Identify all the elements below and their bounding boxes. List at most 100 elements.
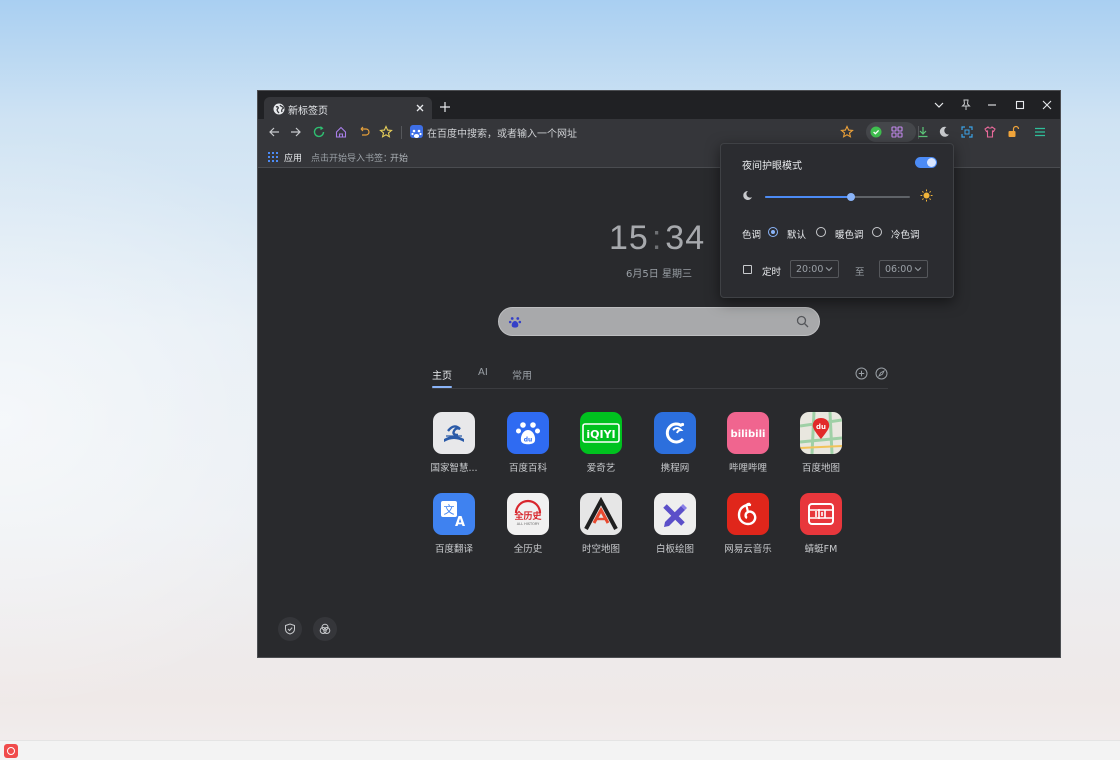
schedule-from-select[interactable]: 20:00	[790, 260, 839, 278]
tone-cool-label[interactable]: 冷色调	[891, 227, 920, 241]
netease-music-icon	[727, 493, 769, 535]
schedule-checkbox[interactable]	[743, 265, 752, 274]
tone-default-label[interactable]: 默认	[787, 227, 806, 241]
tab-new-tab[interactable]: 新标签页	[264, 97, 432, 121]
toolbar: 在百度中搜索，或者输入一个网址	[258, 119, 1060, 146]
tone-warm-label[interactable]: 暖色调	[835, 227, 864, 241]
active-tab-underline	[432, 386, 452, 388]
skin-shirt-icon[interactable]	[983, 125, 997, 139]
schedule-from-value: 20:00	[796, 264, 824, 275]
tile-qingting-fm[interactable]: 蜻蜓FM	[784, 493, 858, 559]
brightness-slider-handle[interactable]	[846, 193, 855, 201]
tile-label: 百度翻译	[434, 544, 473, 555]
schedule-to-select[interactable]: 06:00	[879, 260, 928, 278]
night-mode-popup: 夜间护眼模式 色调 默认 暖色调 冷色调 定时 20:00 至 06:00	[720, 143, 954, 298]
tab-home[interactable]: 主页	[432, 367, 452, 382]
apps-link[interactable]: 应用	[284, 151, 302, 164]
home-icon[interactable]	[334, 125, 348, 139]
close-window-icon[interactable]	[1040, 98, 1054, 112]
new-tab-icon[interactable]	[438, 100, 452, 114]
moon-icon	[743, 190, 752, 200]
browser-taskbar-icon[interactable]	[4, 744, 18, 758]
newtab-tabs: 主页 AI 常用	[432, 363, 888, 389]
security-shield-icon[interactable]	[869, 125, 883, 139]
shield-check-icon	[285, 623, 295, 635]
apps-icon[interactable]	[268, 152, 278, 162]
favorites-icon[interactable]	[379, 125, 393, 139]
compass-icon[interactable]	[875, 367, 888, 380]
tile-label: 百度地图	[801, 463, 840, 474]
tile-bilibili[interactable]: bilibili 哔哩哔哩	[711, 412, 785, 478]
pin-icon[interactable]	[959, 98, 973, 112]
clock: 15:34	[609, 219, 705, 258]
tone-cool-radio[interactable]	[872, 227, 882, 237]
dolphin-icon	[654, 412, 696, 454]
bilibili-icon: bilibili	[727, 412, 769, 454]
paw-du-text: du	[524, 437, 533, 444]
baidu-search-engine-icon[interactable]	[410, 125, 423, 138]
screenshot-icon[interactable]	[960, 125, 974, 139]
apps-grid-icon[interactable]	[890, 125, 904, 139]
maximize-icon[interactable]	[1013, 98, 1027, 112]
search-icon[interactable]	[796, 315, 809, 328]
forward-icon[interactable]	[289, 125, 303, 139]
undo-close-tab-icon[interactable]	[357, 125, 371, 139]
tile-iqiyi[interactable]: iQIYI 爱奇艺	[564, 412, 638, 478]
tab-title: 新标签页	[288, 106, 328, 117]
download-icon[interactable]	[916, 125, 930, 139]
minimize-icon[interactable]	[985, 98, 999, 112]
history-text: 全历史	[513, 510, 542, 522]
menu-icon[interactable]	[1033, 125, 1047, 139]
chevron-down-icon[interactable]	[932, 98, 946, 112]
map-pin-icon: du	[800, 412, 842, 454]
night-mode-toggle[interactable]	[915, 157, 937, 168]
title-bar: 新标签页	[258, 91, 1060, 121]
tile-netease-music[interactable]: 网易云音乐	[711, 493, 785, 559]
tile-label: 全历史	[513, 544, 543, 555]
tile-baidu-baike[interactable]: du 百度百科	[491, 412, 565, 478]
tab-common[interactable]: 常用	[512, 367, 532, 382]
tile-label: 时空地图	[581, 544, 620, 555]
tile-baidu-map[interactable]: du 百度地图	[784, 412, 858, 478]
bookmark-star-icon[interactable]	[840, 125, 854, 139]
tile-all-history[interactable]: 全历史 ALL HISTORY 全历史	[491, 493, 565, 559]
add-site-icon[interactable]	[855, 367, 868, 380]
lock-icon[interactable]	[1006, 125, 1020, 139]
color-circles-icon	[319, 623, 331, 634]
tab-ai[interactable]: AI	[478, 367, 488, 378]
night-mode-icon[interactable]	[937, 125, 951, 139]
chevron-down-icon	[914, 267, 922, 272]
clock-minutes: 34	[665, 219, 706, 257]
privacy-shield-button[interactable]	[278, 617, 302, 641]
clock-hours: 15	[609, 219, 649, 257]
schedule-label: 定时	[762, 267, 782, 278]
translate-icon: 文 A	[433, 493, 475, 535]
tone-default-radio[interactable]	[768, 227, 778, 237]
tile-label: 爱奇艺	[586, 463, 616, 474]
iqiyi-text: iQIYI	[586, 428, 615, 441]
brightness-slider[interactable]	[765, 193, 910, 201]
tone-label: 色调	[742, 230, 762, 241]
chevron-down-icon	[825, 267, 833, 272]
tone-warm-radio[interactable]	[816, 227, 826, 237]
night-mode-title: 夜间护眼模式	[742, 161, 802, 172]
tile-label: 网易云音乐	[724, 544, 772, 555]
theme-button[interactable]	[313, 617, 337, 641]
reload-icon[interactable]	[312, 125, 326, 139]
clock-separator: :	[651, 219, 663, 257]
tile-label: 国家智慧...	[430, 463, 478, 474]
omnibox-input[interactable]: 在百度中搜索，或者输入一个网址	[427, 125, 577, 140]
back-icon[interactable]	[267, 125, 281, 139]
brightness-slider-fill	[765, 196, 851, 198]
tile-spacetime-map[interactable]: 时空地图	[564, 493, 638, 559]
tile-label: 携程网	[660, 463, 690, 474]
schedule-to-label: 至	[855, 267, 865, 278]
tile-whiteboard[interactable]: 白板绘图	[638, 493, 712, 559]
tile-label: 哔哩哔哩	[728, 463, 767, 474]
tile-ctrip[interactable]: 携程网	[638, 412, 712, 478]
import-start-link[interactable]: 开始	[390, 151, 408, 164]
tile-baidu-translate[interactable]: 文 A 百度翻译	[417, 493, 491, 559]
tile-national-smart-education[interactable]: 国家智慧...	[417, 412, 491, 478]
close-tab-icon[interactable]	[413, 101, 427, 115]
search-box[interactable]	[498, 307, 820, 336]
